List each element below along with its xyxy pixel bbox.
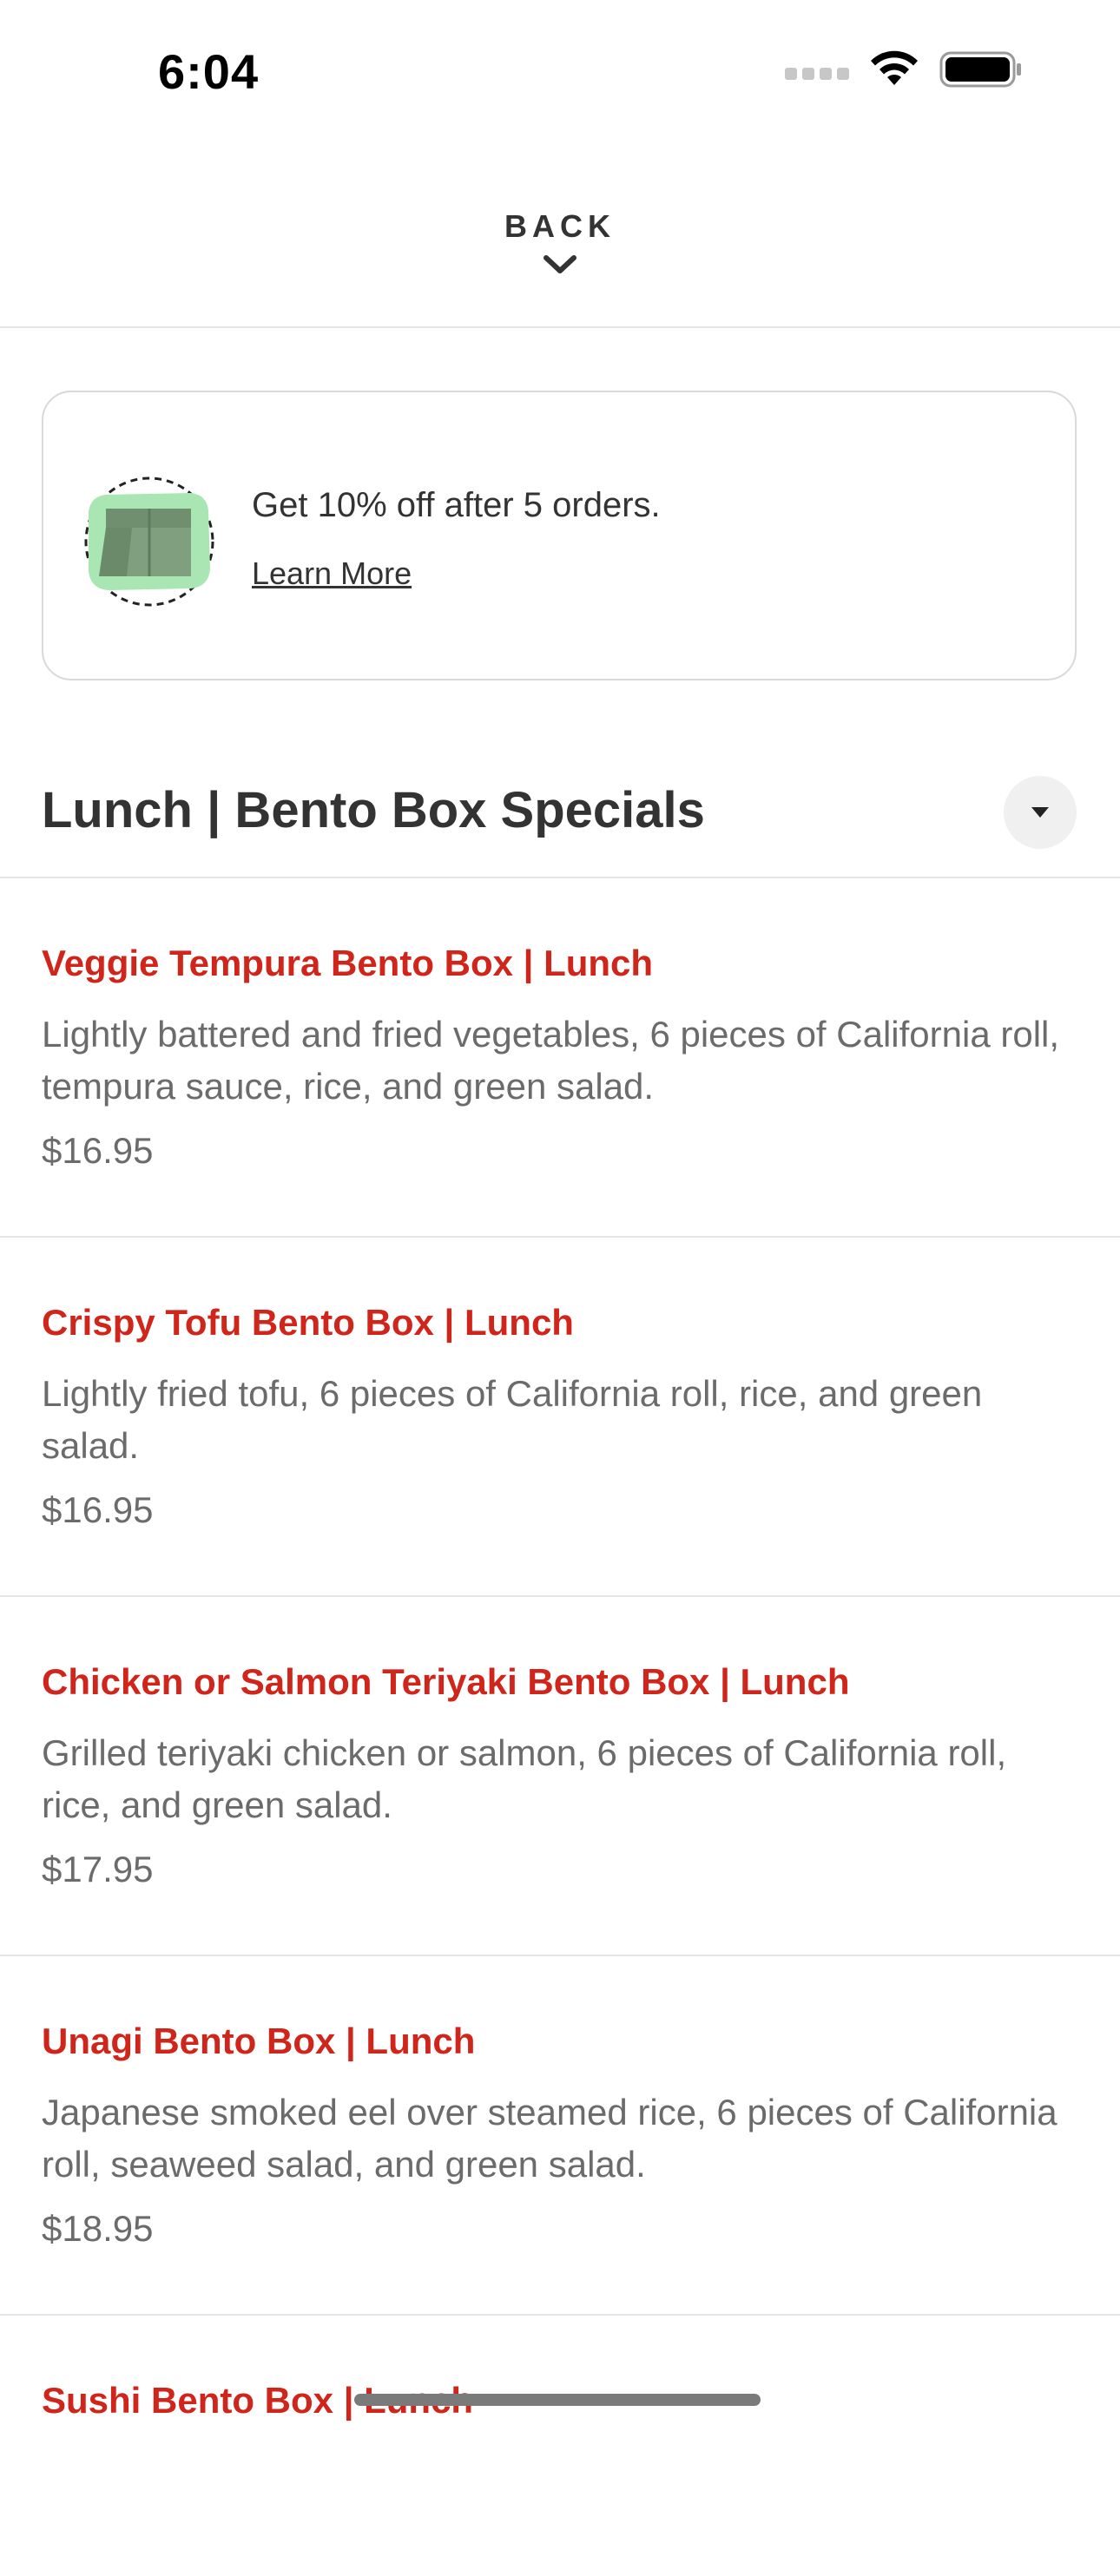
- loyalty-promo-card: Get 10% off after 5 orders. Learn More: [42, 391, 1077, 680]
- triangle-down-icon: [1031, 807, 1049, 818]
- chevron-down-icon: [544, 255, 576, 273]
- status-icons: [785, 50, 1023, 89]
- menu-item-name: Unagi Bento Box | Lunch: [42, 2021, 476, 2061]
- menu-item-description: Lightly fried tofu, 6 pieces of Californ…: [42, 1373, 983, 1466]
- menu-item-name: Chicken or Salmon Teriyaki Bento Box | L…: [42, 1661, 850, 1702]
- menu-item[interactable]: Crispy Tofu Bento Box | Lunch Lightly fr…: [0, 1238, 1120, 1597]
- menu-item-name: Veggie Tempura Bento Box | Lunch: [42, 943, 654, 983]
- promo-text: Get 10% off after 5 orders.: [252, 486, 661, 524]
- section-collapse-button[interactable]: [1004, 776, 1077, 849]
- menu-item-description: Lightly battered and fried vegetables, 6…: [42, 1014, 1060, 1107]
- menu-item-price: $17.95: [42, 1849, 154, 1889]
- section-title: Lunch | Bento Box Specials: [42, 782, 705, 838]
- menu-list: Veggie Tempura Bento Box | Lunch Lightly…: [0, 878, 1120, 2576]
- back-header: BACK: [0, 148, 1120, 328]
- bento-box-icon: [84, 476, 214, 607]
- menu-item-description: Japanese smoked eel over steamed rice, 6…: [42, 2092, 1057, 2185]
- status-bar: 6:04: [0, 0, 1120, 148]
- menu-item-price: $16.95: [42, 1489, 154, 1530]
- section-header: Lunch | Bento Box Specials: [0, 764, 1120, 878]
- back-button[interactable]: BACK: [504, 208, 616, 276]
- menu-item[interactable]: Chicken or Salmon Teriyaki Bento Box | L…: [0, 1597, 1120, 1956]
- signal-icon: [785, 68, 849, 80]
- wifi-icon: [871, 50, 918, 85]
- learn-more-link[interactable]: Learn More: [252, 555, 412, 592]
- battery-icon: [939, 51, 1021, 88]
- back-label: BACK: [504, 208, 616, 244]
- menu-item-description: Grilled teriyaki chicken or salmon, 6 pi…: [42, 1732, 1007, 1825]
- menu-item[interactable]: Veggie Tempura Bento Box | Lunch Lightly…: [0, 878, 1120, 1238]
- menu-item-price: $16.95: [42, 1130, 154, 1171]
- menu-item[interactable]: Unagi Bento Box | Lunch Japanese smoked …: [0, 1956, 1120, 2316]
- home-indicator[interactable]: [354, 2394, 761, 2406]
- menu-item[interactable]: Sushi Bento Box | Lunch: [0, 2316, 1120, 2576]
- menu-item-price: $18.95: [42, 2208, 154, 2249]
- menu-item-name: Crispy Tofu Bento Box | Lunch: [42, 1302, 574, 1343]
- status-time: 6:04: [158, 44, 260, 99]
